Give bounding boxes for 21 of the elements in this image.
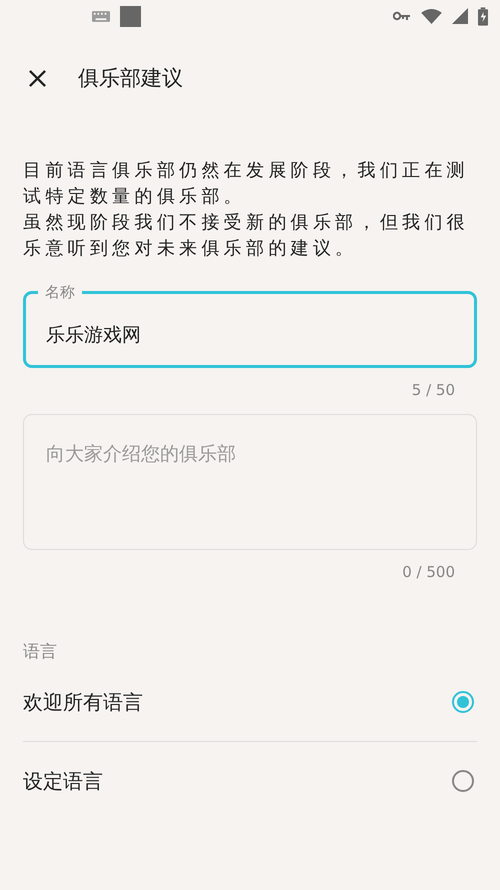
radio-button[interactable] <box>452 770 474 792</box>
description-text: 虽然现阶段我们不接受新的俱乐部，但我们很乐意听到您对未来俱乐部的建议。 <box>23 211 470 261</box>
field-label: 名称 <box>44 282 76 302</box>
wifi-icon <box>421 8 442 24</box>
page-title: 俱乐部建议 <box>78 65 183 92</box>
name-field[interactable]: 名称 乐乐游戏网 <box>23 282 477 368</box>
close-icon <box>28 68 47 88</box>
character-counter: 5 / 50 <box>412 380 455 401</box>
section-heading: 语言 <box>23 641 58 663</box>
description-text: 目前语言俱乐部仍然在发展阶段，我们正在测试特定数量的俱乐部。 <box>23 159 470 209</box>
field-value: 乐乐游戏网 <box>46 322 141 348</box>
keyboard-icon <box>92 10 110 22</box>
signal-icon <box>452 8 468 24</box>
option-label: 设定语言 <box>23 768 103 794</box>
option-label: 欢迎所有语言 <box>23 688 143 716</box>
intro-field[interactable]: 向大家介绍您的俱乐部 <box>23 414 477 550</box>
key-icon <box>393 11 411 21</box>
square-icon <box>120 6 141 26</box>
radio-button[interactable] <box>452 691 474 713</box>
character-counter: 0 / 500 <box>402 562 455 583</box>
battery-icon <box>478 6 488 26</box>
